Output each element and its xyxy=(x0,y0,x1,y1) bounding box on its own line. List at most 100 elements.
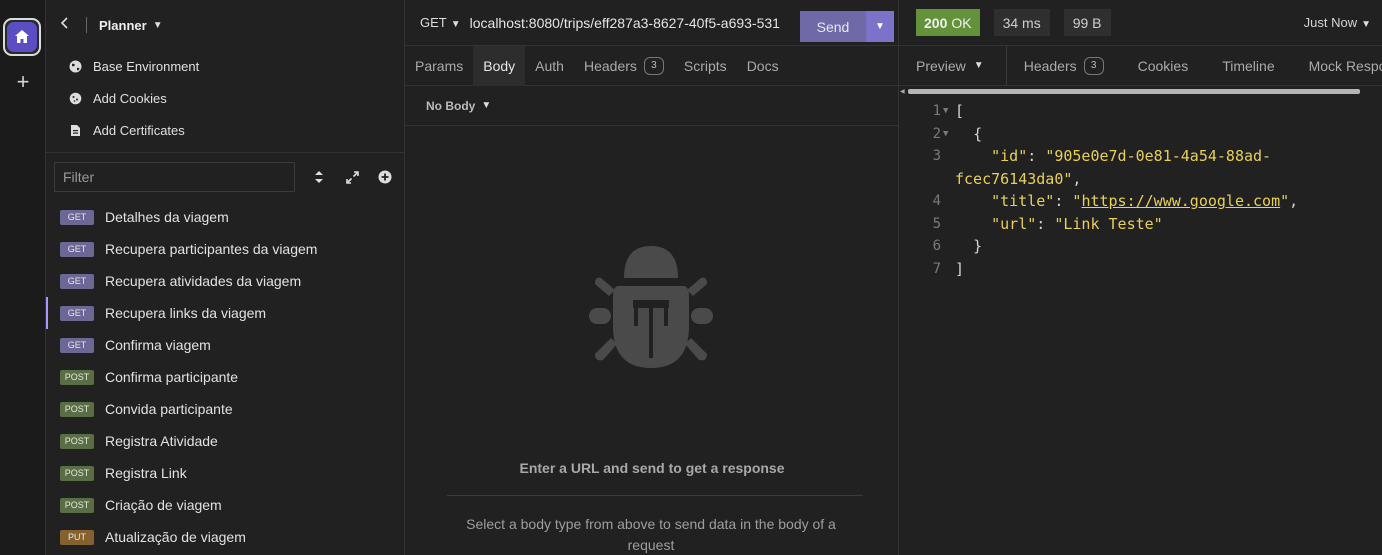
tab-label: Body xyxy=(483,57,516,74)
add-certificates-label: Add Certificates xyxy=(93,122,185,138)
tab-label: Headers xyxy=(583,57,637,74)
request-item[interactable]: GET Recupera links da viagem xyxy=(46,297,404,329)
url-input[interactable]: localhost:8080/trips/eff287a3-8627-40f5-… xyxy=(470,15,792,31)
json-text: { xyxy=(973,124,983,143)
bug-icon xyxy=(589,246,713,373)
response-pane: 200 OK 34 ms 99 B Just Now ▼ Preview ▼ Heade… xyxy=(899,0,1382,555)
json-string: "905e0e7d-0e81-4a54-88ad- xyxy=(1045,147,1272,166)
method-badge: GET xyxy=(60,241,94,257)
sort-icon[interactable] xyxy=(310,168,328,186)
tab-label: Cookies xyxy=(1137,57,1189,74)
json-link[interactable]: https://www.google.com xyxy=(1081,192,1280,210)
response-tabs: Preview ▼ Headers 3 Cookies Timeline Mock Resp… xyxy=(899,46,1382,86)
add-certificates-item[interactable]: Add Certificates xyxy=(46,114,404,146)
json-key: "id" xyxy=(991,147,1028,166)
request-name: Registra Link xyxy=(105,465,187,481)
tab-label: Timeline xyxy=(1222,57,1275,74)
line-number: 5 xyxy=(932,215,941,232)
tab-mock-respons[interactable]: Mock Respons xyxy=(1292,46,1382,85)
horizontal-scrollbar[interactable]: ◀ xyxy=(899,88,1382,96)
method-select[interactable]: GET ▼ xyxy=(420,15,461,30)
tab-scripts[interactable]: Scripts xyxy=(674,46,737,86)
tab-cookies[interactable]: Cookies xyxy=(1121,46,1206,85)
base-environment-label: Base Environment xyxy=(93,58,200,74)
method-badge: POST xyxy=(60,433,94,449)
tab-label: Mock Respons xyxy=(1308,57,1382,74)
method-badge: POST xyxy=(60,465,94,481)
json-text: [ xyxy=(955,102,965,121)
line-number: 2 xyxy=(932,125,941,142)
chevron-down-icon: ▼ xyxy=(450,19,461,30)
history-select[interactable]: Just Now ▼ xyxy=(1304,15,1371,30)
json-text: } xyxy=(973,237,983,256)
request-name: Recupera links da viagem xyxy=(105,305,267,321)
request-item[interactable]: GET Detalhes da viagem xyxy=(46,201,404,233)
tab-preview[interactable]: Preview ▼ xyxy=(899,46,1007,85)
tab-params[interactable]: Params xyxy=(405,46,473,86)
tab-headers[interactable]: Headers 3 xyxy=(574,46,674,86)
base-environment-item[interactable]: Base Environment xyxy=(46,50,404,82)
tab-timeline[interactable]: Timeline xyxy=(1205,46,1291,85)
filter-input[interactable] xyxy=(54,162,295,192)
tab-docs[interactable]: Docs xyxy=(737,46,789,86)
method-badge: POST xyxy=(60,369,94,385)
request-name: Confirma participante xyxy=(105,369,239,385)
response-time: 34 ms xyxy=(993,9,1050,36)
send-options-button[interactable]: ▼ xyxy=(866,11,894,42)
sidebar-header: Planner ▼ xyxy=(46,0,404,50)
home-button[interactable] xyxy=(3,18,41,56)
request-item[interactable]: POST Criação de viagem xyxy=(46,489,404,521)
method-badge: GET xyxy=(60,209,94,225)
code-line: fcec76143da0", xyxy=(955,169,1082,188)
chevron-down-icon[interactable]: ▼ xyxy=(153,20,163,31)
tab-label: Auth xyxy=(535,57,564,74)
divider xyxy=(447,495,863,496)
certificate-icon xyxy=(68,123,82,137)
request-name: Convida participante xyxy=(105,401,233,417)
code-line: 1 ▼[ xyxy=(899,100,1382,123)
tab-auth[interactable]: Auth xyxy=(525,46,574,86)
request-pane: GET ▼ localhost:8080/trips/eff287a3-8627-… xyxy=(405,0,899,555)
history-label: Just Now xyxy=(1303,15,1358,30)
project-name[interactable]: Planner xyxy=(99,18,147,33)
chevron-down-icon: ▼ xyxy=(481,100,492,111)
method-badge: GET xyxy=(60,273,94,289)
left-rail: + xyxy=(0,0,46,555)
request-item[interactable]: GET Confirma viagem xyxy=(46,329,404,361)
empty-state-subtitle: Select a body type from above to send da… xyxy=(466,516,836,553)
tab-body[interactable]: Body xyxy=(473,45,526,86)
status-code: 200 xyxy=(924,14,948,31)
status-badge: 200 OK xyxy=(916,9,980,36)
scroll-left-icon[interactable]: ◀ xyxy=(900,88,905,95)
code-line: 7] xyxy=(899,258,1382,281)
add-cookies-label: Add Cookies xyxy=(93,90,167,106)
body-type-select[interactable]: No Body ▼ xyxy=(405,86,898,126)
method-badge: POST xyxy=(60,497,94,513)
add-project-button[interactable]: + xyxy=(11,70,35,94)
fold-icon[interactable]: ▼ xyxy=(941,129,955,139)
expand-icon[interactable] xyxy=(343,168,361,186)
back-chevron-icon[interactable] xyxy=(60,16,76,34)
add-request-icon[interactable] xyxy=(376,168,394,186)
send-button[interactable]: Send xyxy=(800,11,866,42)
add-cookies-item[interactable]: Add Cookies xyxy=(46,82,404,114)
globe-icon xyxy=(68,59,82,73)
request-item[interactable]: POST Registra Link xyxy=(46,457,404,489)
request-item[interactable]: GET Recupera participantes da viagem xyxy=(46,233,404,265)
code-line: 2 ▼ { xyxy=(899,123,1382,146)
request-item[interactable]: POST Convida participante xyxy=(46,393,404,425)
method-badge: PUT xyxy=(60,529,94,545)
tab-headers[interactable]: Headers 3 xyxy=(1007,46,1121,85)
request-item[interactable]: POST Confirma participante xyxy=(46,361,404,393)
request-name: Detalhes da viagem xyxy=(105,209,229,225)
json-key: "url" xyxy=(991,214,1037,233)
tab-count-badge: 3 xyxy=(643,56,664,75)
scrollbar-thumb[interactable] xyxy=(908,89,1360,94)
request-name: Recupera participantes da viagem xyxy=(105,241,318,257)
json-string: fcec76143da0" xyxy=(955,169,1073,188)
request-item[interactable]: GET Recupera atividades da viagem xyxy=(46,265,404,297)
request-item[interactable]: PUT Atualização de viagem xyxy=(46,521,404,553)
request-item[interactable]: POST Registra Atividade xyxy=(46,425,404,457)
fold-icon[interactable]: ▼ xyxy=(941,106,955,116)
method-label: GET xyxy=(420,15,447,30)
